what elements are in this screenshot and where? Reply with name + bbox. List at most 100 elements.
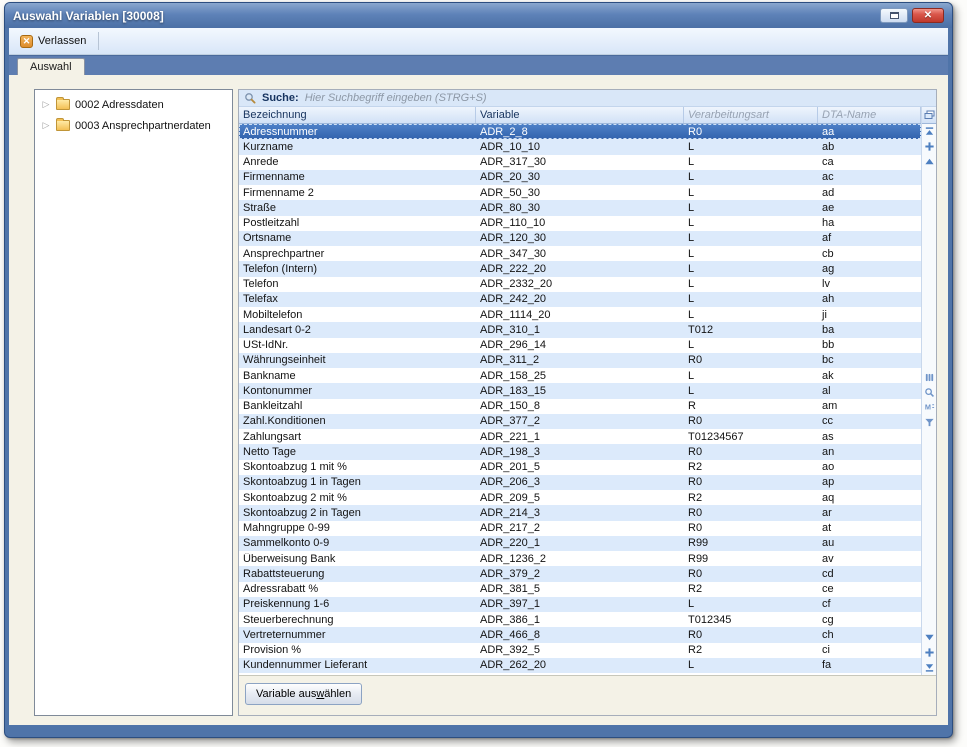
toolbar: ✕ Verlassen [9,28,948,55]
table-row[interactable]: Straße ADR_80_30 L ae [239,200,921,215]
table-row[interactable]: Ortsname ADR_120_30 L af [239,231,921,246]
triangle-down-icon [924,632,935,643]
window-body: ✕ Verlassen Auswahl ▷ 0002 Adressdaten ▷… [9,28,948,725]
sort-button[interactable]: M [923,401,936,414]
column-header-verarbeitungsart[interactable]: Verarbeitungsart [684,107,818,123]
sort-letters-icon: M [924,402,935,413]
table-row[interactable]: Zahlungsart ADR_221_1 T01234567 as [239,429,921,444]
close-window-button[interactable]: ✕ [912,8,944,23]
table-row[interactable]: Skontoabzug 2 mit % ADR_209_5 R2 aq [239,490,921,505]
table-row[interactable]: Postleitzahl ADR_110_10 L ha [239,216,921,231]
table-row[interactable]: Kontonummer ADR_183_15 L al [239,383,921,398]
restore-window-button[interactable] [880,8,908,23]
scroll-up-button[interactable] [923,155,936,168]
table-row[interactable]: Preiskennung 1-6 ADR_397_1 L cf [239,597,921,612]
leave-button[interactable]: ✕ Verlassen [16,33,92,50]
grid-side-strip: M [921,107,936,675]
variables-grid: Bezeichnung Variable Verarbeitungsart DT… [239,107,936,675]
scroll-down-button[interactable] [923,631,936,644]
select-variable-label-end: ählen [324,688,351,700]
go-top-icon [924,126,935,137]
row-insert-button[interactable] [923,140,936,153]
table-row[interactable]: Bankleitzahl ADR_150_8 R am [239,399,921,414]
table-row[interactable]: Telefon (Intern) ADR_222_20 L ag [239,261,921,276]
column-header-dta-name[interactable]: DTA-Name [818,107,921,123]
column-header-variable[interactable]: Variable [476,107,684,123]
table-row[interactable]: Überweisung Bank ADR_1236_2 R99 av [239,551,921,566]
table-row[interactable]: Anrede ADR_317_30 L ca [239,155,921,170]
scroll-to-bottom-button[interactable] [923,661,936,674]
table-row[interactable]: Kurzname ADR_10_10 L ab [239,139,921,154]
table-row[interactable]: Währungseinheit ADR_311_2 R0 bc [239,353,921,368]
table-row[interactable]: Netto Tage ADR_198_3 R0 an [239,444,921,459]
row-append-button[interactable] [923,646,936,659]
table-row[interactable]: Skontoabzug 1 mit % ADR_201_5 R2 ao [239,460,921,475]
table-row[interactable]: Provision % ADR_392_5 R2 ci [239,643,921,658]
table-row[interactable]: Adressnummer ADR_2_8 R0 aa [239,124,921,139]
search-input[interactable]: Suche: Hier Suchbegriff eingeben (STRG+S… [239,90,936,107]
tree-item-label: 0003 Ansprechpartnerdaten [75,120,211,132]
table-row[interactable]: Skontoabzug 2 in Tagen ADR_214_3 R0 ar [239,505,921,520]
window-title: Auswahl Variablen [30008] [13,9,880,23]
table-row[interactable]: Sammelkonto 0-9 ADR_220_1 R99 au [239,536,921,551]
table-row[interactable]: Kundennummer Lieferant ADR_262_20 L fa [239,658,921,673]
table-row[interactable]: Rabattsteuerung ADR_379_2 R0 cd [239,566,921,581]
columns-view-button[interactable] [923,371,936,384]
table-row[interactable]: Firmenname ADR_20_30 L ac [239,170,921,185]
title-bar: Auswahl Variablen [30008] ✕ [5,3,952,28]
toolbar-separator [98,32,99,50]
expand-arrow-icon[interactable]: ▷ [41,120,51,131]
restore-icon [890,12,899,19]
table-row[interactable]: Mobiltelefon ADR_1114_20 L ji [239,307,921,322]
tab-strip: Auswahl [9,55,948,75]
table-row[interactable]: Landesart 0-2 ADR_310_1 T012 ba [239,322,921,337]
folder-icon [56,120,70,131]
content-area: ▷ 0002 Adressdaten ▷ 0003 Ansprechpartne… [9,75,948,725]
search-label: Suche: [262,92,299,104]
column-chooser-button[interactable] [922,107,937,124]
table-row[interactable]: Firmenname 2 ADR_50_30 L ad [239,185,921,200]
table-row[interactable]: Steuerberechnung ADR_386_1 T012345 cg [239,612,921,627]
table-row[interactable]: Adressrabatt % ADR_381_5 R2 ce [239,582,921,597]
tab-auswahl[interactable]: Auswahl [17,58,85,75]
table-row[interactable]: Vertreternummer ADR_466_8 R0 ch [239,627,921,642]
select-variable-button[interactable]: Variable auswählen [245,683,362,705]
filter-button[interactable] [923,416,936,429]
expand-arrow-icon[interactable]: ▷ [41,99,51,110]
folder-icon [56,99,70,110]
table-row[interactable]: Telefon ADR_2332_20 L lv [239,277,921,292]
magnifier-icon [924,387,935,398]
leave-button-label: Verlassen [38,35,86,47]
category-tree: ▷ 0002 Adressdaten ▷ 0003 Ansprechpartne… [34,89,233,716]
table-row[interactable]: Mahngruppe 0-99 ADR_217_2 R0 at [239,521,921,536]
scroll-to-top-button[interactable] [923,125,936,138]
panel-footer: Variable auswählen [239,675,936,715]
go-bottom-icon [924,662,935,673]
exit-icon: ✕ [20,35,33,48]
columns-icon [924,372,935,383]
column-header-bezeichnung[interactable]: Bezeichnung [239,107,476,123]
triangle-up-icon [924,156,935,167]
select-variable-label: Variable aus [256,688,316,700]
table-row[interactable]: Zahl.Konditionen ADR_377_2 R0 cc [239,414,921,429]
table-body: Adressnummer ADR_2_8 R0 aa Kurzname ADR_… [239,124,921,675]
tree-item-label: 0002 Adressdaten [75,99,164,111]
grid-search-button[interactable] [923,386,936,399]
table-row[interactable]: USt-IdNr. ADR_296_14 L bb [239,338,921,353]
tree-item-ansprechpartnerdaten[interactable]: ▷ 0003 Ansprechpartnerdaten [35,115,232,136]
dialog-window: Auswahl Variablen [30008] ✕ ✕ Verlassen … [4,2,953,738]
table-row[interactable]: Skontoabzug 1 in Tagen ADR_206_3 R0 ap [239,475,921,490]
variables-panel: Suche: Hier Suchbegriff eingeben (STRG+S… [238,89,937,716]
search-icon [244,92,256,104]
tree-item-adressdaten[interactable]: ▷ 0002 Adressdaten [35,94,232,115]
plus-icon [924,141,935,152]
search-placeholder: Hier Suchbegriff eingeben (STRG+S) [305,92,487,104]
table-row[interactable]: Bankname ADR_158_25 L ak [239,368,921,383]
table-row[interactable]: Ansprechpartner ADR_347_30 L cb [239,246,921,261]
svg-text:M: M [924,402,930,411]
table-header: Bezeichnung Variable Verarbeitungsart DT… [239,107,936,124]
table-row[interactable]: Telefax ADR_242_20 L ah [239,292,921,307]
filter-icon [924,417,935,428]
plus-icon [924,647,935,658]
column-chooser-icon [924,110,935,120]
